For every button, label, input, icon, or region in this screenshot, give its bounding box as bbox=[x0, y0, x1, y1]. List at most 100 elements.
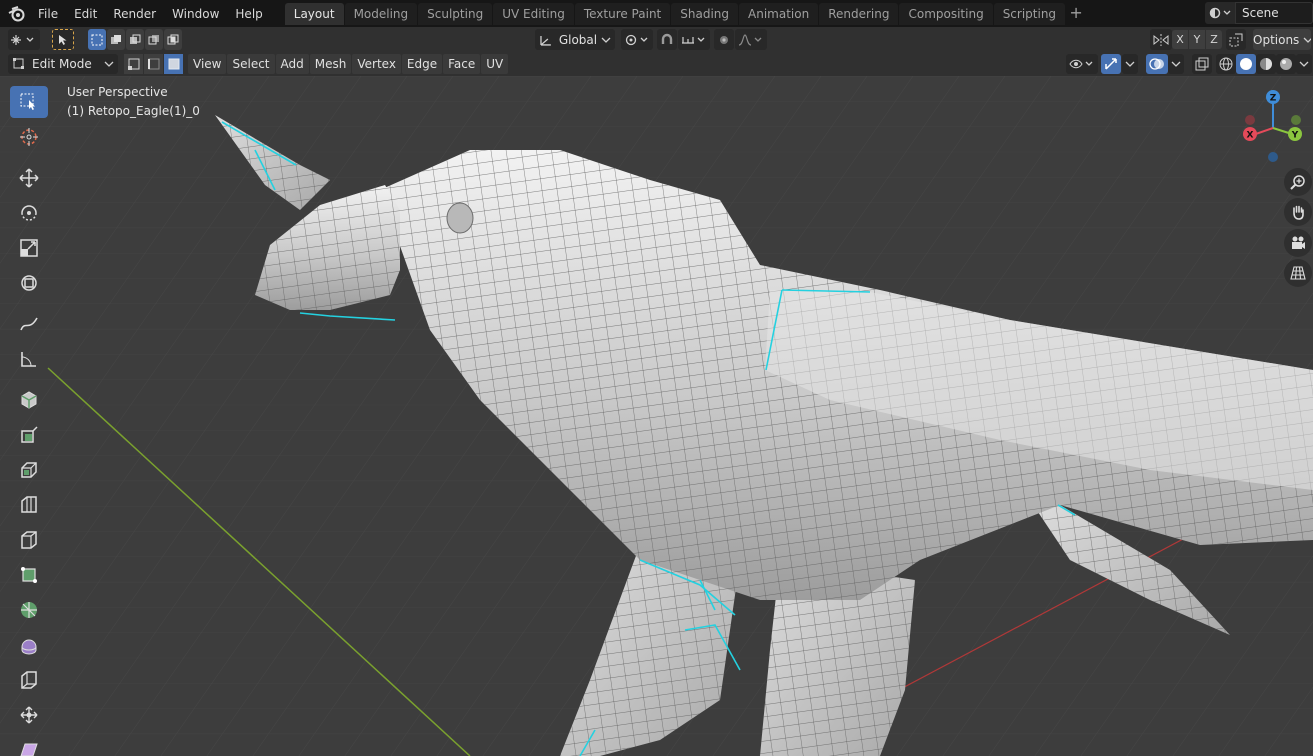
auto-merge-icon[interactable] bbox=[1226, 29, 1246, 50]
wireframe-shading-icon[interactable] bbox=[1216, 54, 1236, 74]
tab-modeling[interactable]: Modeling bbox=[344, 2, 418, 25]
gizmo-z-label: Z bbox=[1270, 94, 1277, 104]
menu-uv[interactable]: UV bbox=[481, 54, 509, 74]
gizmo-y-label: Y bbox=[1291, 131, 1299, 141]
menu-select[interactable]: Select bbox=[227, 54, 275, 74]
menu-vertex[interactable]: Vertex bbox=[352, 54, 401, 74]
mirror-y-toggle[interactable]: Y bbox=[1189, 30, 1205, 49]
face-select-mode-icon[interactable] bbox=[164, 54, 183, 74]
show-overlays-icon[interactable] bbox=[1146, 54, 1168, 74]
3d-viewport[interactable]: User Perspective (1) Retopo_Eagle(1)_0 bbox=[0, 76, 1313, 756]
menu-face[interactable]: Face bbox=[443, 54, 481, 74]
material-preview-shading-icon[interactable] bbox=[1256, 54, 1276, 74]
mirror-x-toggle[interactable]: X bbox=[1172, 30, 1188, 49]
solid-shading-icon[interactable] bbox=[1236, 54, 1256, 74]
scene-name-field[interactable]: Scene bbox=[1235, 2, 1313, 24]
bevel-tool-icon[interactable] bbox=[10, 489, 48, 521]
workspace-tabs: Layout Modeling Sculpting UV Editing Tex… bbox=[284, 2, 1086, 25]
tab-animation[interactable]: Animation bbox=[739, 2, 819, 25]
shear-tool-icon[interactable] bbox=[10, 734, 48, 756]
tab-uv-editing[interactable]: UV Editing bbox=[493, 2, 574, 25]
poly-build-tool-icon[interactable] bbox=[10, 559, 48, 591]
proportional-edit-icon[interactable] bbox=[714, 29, 734, 50]
visibility-selectability-dropdown[interactable] bbox=[1066, 54, 1098, 74]
measure-tool-icon[interactable] bbox=[10, 343, 48, 375]
tab-shading[interactable]: Shading bbox=[671, 2, 738, 25]
shading-options-chevron-icon[interactable] bbox=[1296, 54, 1312, 74]
move-tool-icon[interactable] bbox=[10, 162, 48, 194]
select-mode-extend-icon[interactable] bbox=[107, 29, 125, 50]
interaction-mode-label: Edit Mode bbox=[32, 57, 92, 71]
snap-target-dropdown[interactable] bbox=[678, 29, 710, 50]
tab-rendering[interactable]: Rendering bbox=[819, 2, 899, 25]
tab-layout[interactable]: Layout bbox=[284, 2, 344, 25]
edge-select-mode-icon[interactable] bbox=[144, 54, 163, 74]
add-workspace-button[interactable]: + bbox=[1066, 3, 1086, 25]
gizmo-x-label: X bbox=[1247, 131, 1254, 141]
blender-logo-icon[interactable] bbox=[4, 0, 30, 27]
mirror-z-toggle[interactable]: Z bbox=[1206, 30, 1222, 49]
mesh-select-mode-group bbox=[124, 54, 184, 74]
proportional-falloff-dropdown[interactable] bbox=[735, 29, 767, 50]
tool-header: Global X Y Z Options bbox=[0, 27, 1313, 52]
mirror-options-icon[interactable] bbox=[1150, 29, 1172, 50]
rendered-shading-icon[interactable] bbox=[1276, 54, 1296, 74]
transform-pivot-dropdown[interactable] bbox=[8, 29, 40, 50]
menu-view[interactable]: View bbox=[188, 54, 227, 74]
menu-window[interactable]: Window bbox=[164, 3, 227, 25]
viewport-header: Edit Mode View Select Add Mesh Vertex Ed… bbox=[0, 52, 1313, 76]
shrink-fatten-tool-icon[interactable] bbox=[10, 699, 48, 731]
gizmo-options-chevron-icon[interactable] bbox=[1122, 54, 1138, 74]
options-dropdown[interactable]: Options bbox=[1253, 29, 1311, 50]
top-bar: File Edit Render Window Help Layout Mode… bbox=[0, 0, 1313, 27]
edge-slide-tool-icon[interactable] bbox=[10, 664, 48, 696]
smooth-tool-icon[interactable] bbox=[10, 629, 48, 661]
spin-tool-icon[interactable] bbox=[10, 594, 48, 626]
extrude-region-tool-icon[interactable] bbox=[10, 419, 48, 451]
interaction-mode-dropdown[interactable]: Edit Mode bbox=[8, 54, 118, 74]
transform-tool-icon[interactable] bbox=[10, 267, 48, 299]
menu-edit[interactable]: Edit bbox=[66, 3, 105, 25]
chevron-down-icon bbox=[104, 61, 114, 67]
add-cube-tool-icon[interactable] bbox=[10, 384, 48, 416]
menu-add[interactable]: Add bbox=[275, 54, 309, 74]
menu-render[interactable]: Render bbox=[105, 3, 164, 25]
select-mode-subtract-icon[interactable] bbox=[126, 29, 144, 50]
vertex-select-mode-icon[interactable] bbox=[124, 54, 143, 74]
menu-help[interactable]: Help bbox=[227, 3, 270, 25]
select-mode-new-icon[interactable] bbox=[88, 29, 106, 50]
perspective-ortho-grid-icon[interactable] bbox=[1284, 259, 1312, 287]
camera-view-icon[interactable] bbox=[1284, 229, 1312, 257]
toggle-xray-icon[interactable] bbox=[1192, 54, 1212, 74]
menu-mesh[interactable]: Mesh bbox=[309, 54, 352, 74]
select-box-tool-icon[interactable] bbox=[10, 86, 48, 118]
show-gizmo-icon[interactable] bbox=[1101, 54, 1121, 74]
rotate-tool-icon[interactable] bbox=[10, 197, 48, 229]
annotate-tool-icon[interactable] bbox=[10, 308, 48, 340]
zoom-icon[interactable] bbox=[1284, 168, 1312, 196]
select-tool-icon[interactable] bbox=[52, 29, 74, 50]
pan-hand-icon[interactable] bbox=[1284, 198, 1312, 226]
tab-scripting[interactable]: Scripting bbox=[993, 2, 1066, 25]
options-label: Options bbox=[1253, 32, 1300, 47]
orientation-icon bbox=[540, 35, 551, 46]
overlays-options-chevron-icon[interactable] bbox=[1168, 54, 1184, 74]
scale-tool-icon[interactable] bbox=[10, 232, 48, 264]
select-mode-intersect-icon[interactable] bbox=[164, 29, 182, 50]
tab-texture-paint[interactable]: Texture Paint bbox=[574, 2, 671, 25]
scene-selector: Scene bbox=[1205, 2, 1313, 24]
transform-orientation-dropdown[interactable]: Global bbox=[535, 29, 615, 50]
scene-icon[interactable] bbox=[1205, 2, 1235, 24]
edit-mode-icon bbox=[13, 58, 24, 69]
snap-toggle-icon[interactable] bbox=[657, 29, 677, 50]
tab-sculpting[interactable]: Sculpting bbox=[418, 2, 493, 25]
pivot-point-dropdown[interactable] bbox=[621, 29, 653, 50]
navigation-gizmo[interactable]: Z X Y bbox=[1233, 86, 1313, 170]
menu-edge[interactable]: Edge bbox=[401, 54, 443, 74]
loop-cut-tool-icon[interactable] bbox=[10, 524, 48, 556]
select-mode-invert-icon[interactable] bbox=[145, 29, 163, 50]
cursor-tool-icon[interactable] bbox=[10, 121, 48, 153]
tab-compositing[interactable]: Compositing bbox=[899, 2, 993, 25]
inset-faces-tool-icon[interactable] bbox=[10, 454, 48, 486]
menu-file[interactable]: File bbox=[30, 3, 66, 25]
